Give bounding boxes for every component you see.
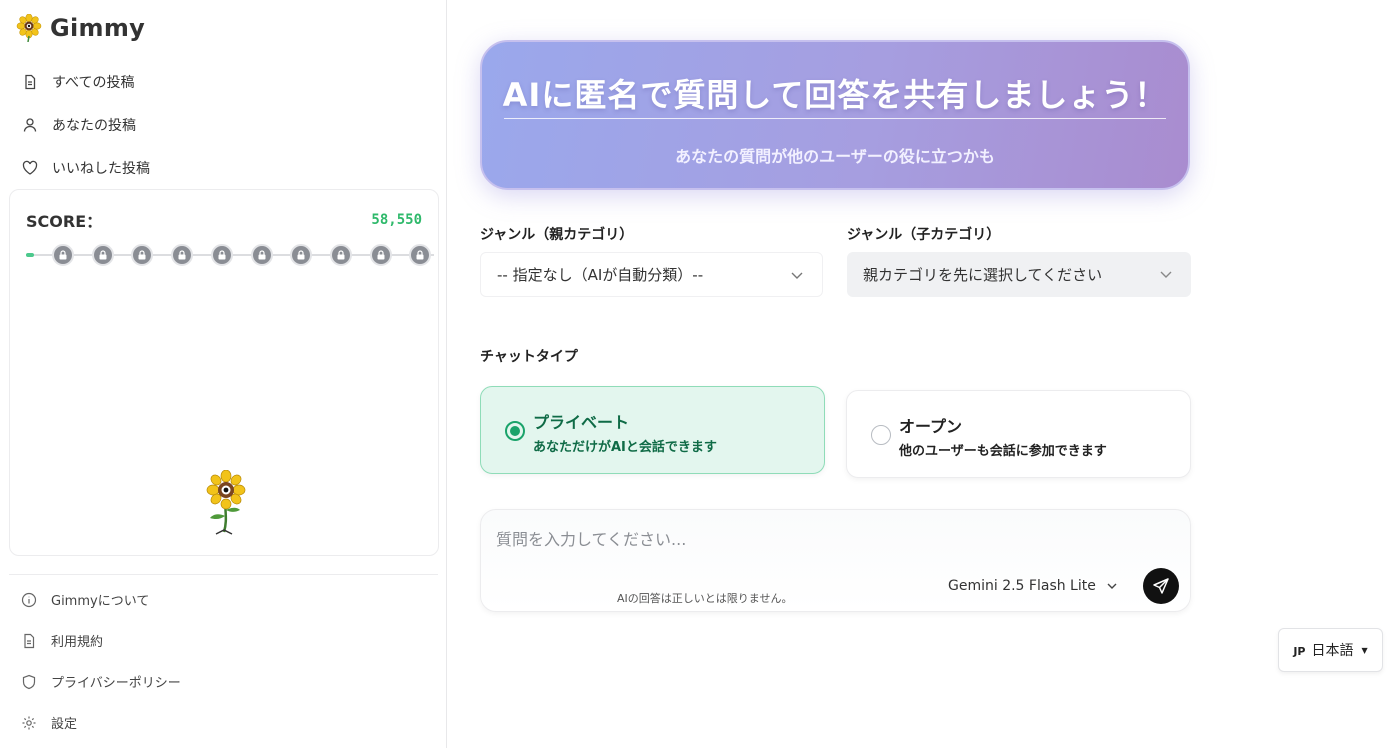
sidebar-item-label: すべての投稿 [52,74,135,91]
sidebar-item-all-posts[interactable]: すべての投稿 [22,60,150,103]
chevron-down-icon [1107,583,1117,589]
sidebar-footer: Gimmyについて 利用規約 プライバシーポリシー 設定 [9,574,438,743]
score-value: 58,550 [371,212,422,228]
language-select[interactable]: JP 日本語 ▼ [1278,628,1383,672]
chat-type-label: チャットタイプ [480,349,578,365]
sidebar-item-label: 利用規約 [51,635,104,650]
sidebar-item-about[interactable]: Gimmyについて [9,579,438,620]
lock-icon [369,244,392,266]
document-icon [25,74,36,89]
model-select[interactable]: Gemini 2.5 Flash Lite [948,578,1118,594]
chat-option-desc: あなただけがAIと会話できます [533,440,717,455]
lock-icon [52,244,74,266]
score-card: SCORE： 58,550 [9,189,439,556]
flag-icon: JP [1293,645,1306,658]
lock-icon [210,244,233,266]
document-icon [24,633,35,648]
radio-selected-icon[interactable] [505,421,525,441]
chevron-down-icon [791,272,803,279]
logo[interactable]: Gimmy [16,14,145,42]
lock-icon [329,244,352,266]
sidebar-item-liked-posts[interactable]: いいねした投稿 [22,146,150,189]
lock-icon [171,244,194,266]
chat-option-title: オープン [899,417,963,436]
sidebar-item-label: いいねした投稿 [52,160,150,177]
model-name: Gemini 2.5 Flash Lite [948,578,1096,594]
hero-subtitle: あなたの質問が他のユーザーの役に立つかも [675,147,995,166]
lock-icon [131,244,154,266]
chevron-down-icon [1160,271,1172,278]
question-composer: AIの回答は正しいとは限りません。 Gemini 2.5 Flash Lite [480,509,1191,612]
user-icon [23,117,37,132]
lock-icon [409,244,432,266]
chat-type-open-option[interactable]: オープン 他のユーザーも会話に参加できます [846,390,1191,478]
sidebar: Gimmy すべての投稿 あなたの投稿 いいねした投稿 SCORE： 58,55… [0,0,447,748]
genre-parent-value: -- 指定なし（AIが自動分類）-- [497,266,704,284]
sunflower-mascot-icon [206,470,246,535]
lock-icon [91,244,114,266]
chat-type-private-option[interactable]: プライベート あなただけがAIと会話できます [480,386,825,474]
sidebar-item-label: あなたの投稿 [52,117,136,134]
sidebar-item-label: プライバシーポリシー [51,676,181,691]
genre-parent-label: ジャンル（親カテゴリ） [480,227,634,243]
chat-option-desc: 他のユーザーも会話に参加できます [899,444,1107,459]
lock-icon [250,244,273,266]
info-icon [21,592,37,607]
sunflower-icon [16,14,42,42]
app-name: Gimmy [50,14,146,42]
language-label: 日本語 [1311,643,1354,659]
genre-parent-select[interactable]: -- 指定なし（AIが自動分類）-- [480,252,823,297]
score-label: SCORE： [26,212,103,231]
sidebar-nav: すべての投稿 あなたの投稿 いいねした投稿 [22,60,150,189]
chat-option-title: プライベート [533,413,630,432]
sidebar-item-label: 設定 [51,717,78,732]
sidebar-item-your-posts[interactable]: あなたの投稿 [22,103,150,146]
hero-title: AIに匿名で質問して回答を共有しましょう！ [502,76,1168,114]
genre-child-select[interactable]: 親カテゴリを先に選択してください [847,252,1191,297]
genre-child-value: 親カテゴリを先に選択してください [863,266,1103,284]
genre-child-label: ジャンル（子カテゴリ） [847,227,1001,243]
sidebar-item-label: Gimmyについて [51,594,150,609]
shield-icon [22,674,36,689]
send-icon [1153,578,1169,594]
score-header: SCORE： 58,550 [26,208,422,232]
gear-icon [22,716,36,729]
send-button[interactable] [1143,568,1179,604]
ai-disclaimer: AIの回答は正しいとは限りません。 [617,592,793,605]
caret-down-icon: ▼ [1361,645,1368,655]
sidebar-item-privacy[interactable]: プライバシーポリシー [9,661,438,702]
sidebar-item-settings[interactable]: 設定 [9,702,438,743]
hero-divider [504,118,1166,119]
radio-unselected-icon[interactable] [871,425,891,445]
score-progress-bar [26,243,434,267]
question-input[interactable] [496,524,1096,554]
hero-banner: AIに匿名で質問して回答を共有しましょう！ あなたの質問が他のユーザーの役に立つ… [480,40,1190,190]
sidebar-item-terms[interactable]: 利用規約 [9,620,438,661]
progress-fill [26,253,35,257]
lock-icon [290,244,313,266]
heart-icon [22,160,38,175]
